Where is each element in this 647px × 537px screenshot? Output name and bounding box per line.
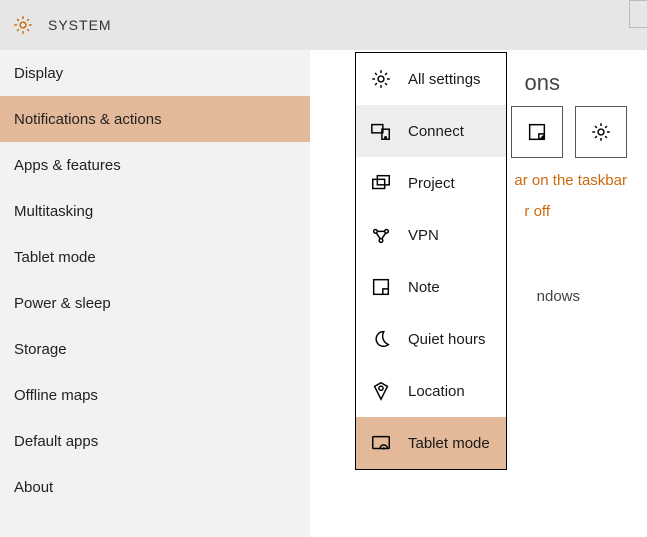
connect-icon — [370, 120, 392, 142]
sidebar-item-label: Multitasking — [14, 203, 93, 220]
header-title: SYSTEM — [48, 17, 112, 33]
menu-item-label: Location — [408, 383, 465, 400]
menu-item-label: All settings — [408, 71, 481, 88]
vpn-icon — [370, 224, 392, 246]
menu-item-label: Note — [408, 279, 440, 296]
sidebar-item-power[interactable]: Power & sleep — [0, 280, 310, 326]
sidebar-item-label: Tablet mode — [14, 249, 96, 266]
note-icon — [526, 121, 548, 143]
menu-item-label: Quiet hours — [408, 331, 486, 348]
menu-item-label: Project — [408, 175, 455, 192]
menu-item-location[interactable]: Location — [356, 365, 506, 417]
window: SYSTEM Display Notifications & actions A… — [0, 0, 647, 537]
sidebar-item-label: Power & sleep — [14, 295, 111, 312]
sidebar-item-label: About — [14, 479, 53, 496]
gear-icon — [370, 68, 392, 90]
sidebar-item-label: Notifications & actions — [14, 111, 162, 128]
location-icon — [370, 380, 392, 402]
menu-item-quiet-hours[interactable]: Quiet hours — [356, 313, 506, 365]
tile-note[interactable] — [511, 106, 563, 158]
window-control[interactable] — [629, 0, 647, 28]
tablet-icon — [370, 432, 392, 454]
menu-item-note[interactable]: Note — [356, 261, 506, 313]
sidebar-item-label: Apps & features — [14, 157, 121, 174]
sidebar-item-tablet-mode[interactable]: Tablet mode — [0, 234, 310, 280]
menu-item-all-settings[interactable]: All settings — [356, 53, 506, 105]
sidebar-item-label: Storage — [14, 341, 67, 358]
sidebar: Display Notifications & actions Apps & f… — [0, 50, 310, 537]
sidebar-item-default-apps[interactable]: Default apps — [0, 418, 310, 464]
sidebar-item-display[interactable]: Display — [0, 50, 310, 96]
menu-item-project[interactable]: Project — [356, 157, 506, 209]
menu-item-label: Connect — [408, 123, 464, 140]
sidebar-item-offline-maps[interactable]: Offline maps — [0, 372, 310, 418]
project-icon — [370, 172, 392, 194]
sidebar-item-about[interactable]: About — [0, 464, 310, 510]
header: SYSTEM — [0, 0, 647, 50]
sidebar-item-multitasking[interactable]: Multitasking — [0, 188, 310, 234]
menu-item-label: VPN — [408, 227, 439, 244]
sidebar-item-label: Offline maps — [14, 387, 98, 404]
menu-item-vpn[interactable]: VPN — [356, 209, 506, 261]
sidebar-item-label: Default apps — [14, 433, 98, 450]
note-icon — [370, 276, 392, 298]
sidebar-item-storage[interactable]: Storage — [0, 326, 310, 372]
tile-settings[interactable] — [575, 106, 627, 158]
gear-icon — [12, 14, 34, 36]
body: Display Notifications & actions Apps & f… — [0, 50, 647, 537]
moon-icon — [370, 328, 392, 350]
menu-item-connect[interactable]: Connect — [356, 105, 506, 157]
quick-actions-menu: All settings Connect Project VPN Note Qu… — [355, 52, 507, 470]
menu-item-tablet-mode[interactable]: Tablet mode — [356, 417, 506, 469]
sidebar-item-label: Display — [14, 65, 63, 82]
menu-item-label: Tablet mode — [408, 435, 490, 452]
sidebar-item-apps[interactable]: Apps & features — [0, 142, 310, 188]
sidebar-item-notifications[interactable]: Notifications & actions — [0, 96, 310, 142]
gear-icon — [590, 121, 612, 143]
